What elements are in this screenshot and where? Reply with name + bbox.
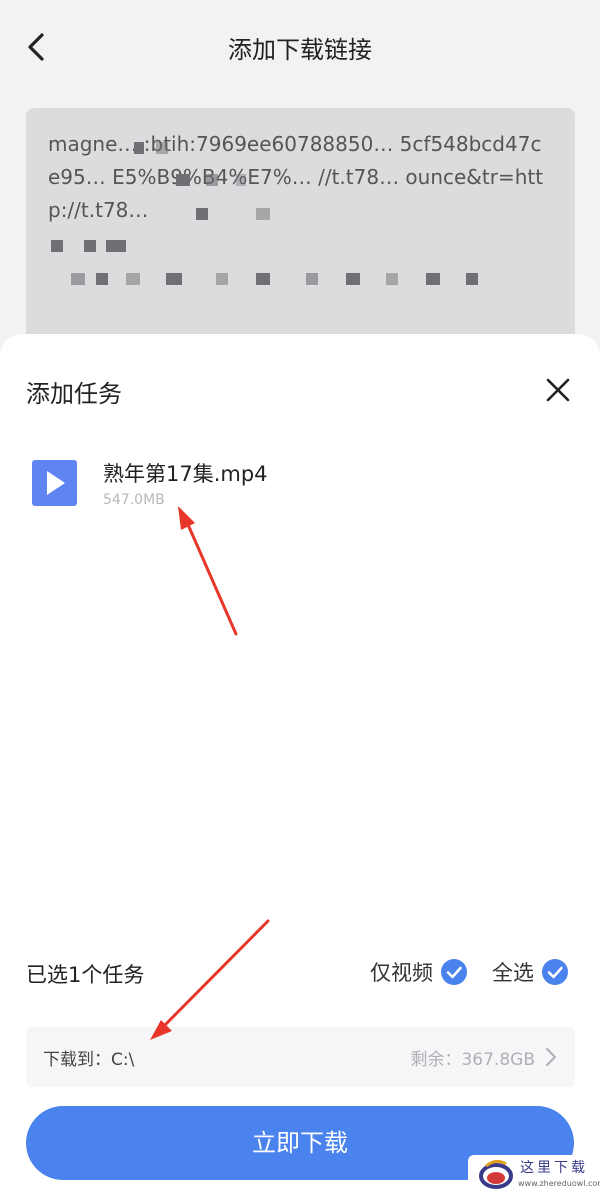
add-task-sheet: 添加任务 熟年第17集.mp4 547.0MB 已选1个任务 仅视频 全选 下载…	[0, 334, 600, 1196]
remaining-space: 剩余：367.8GB	[410, 1050, 535, 1070]
blur-mosaic	[156, 142, 168, 154]
site-watermark: 这里下载 www.zhereduowl.com	[468, 1155, 600, 1196]
watermark-url: www.zhereduowl.com	[518, 1179, 600, 1188]
blur-mosaic	[256, 273, 270, 285]
file-size: 547.0MB	[103, 492, 165, 508]
file-name: 熟年第17集.mp4	[103, 462, 268, 486]
magnet-link-text: magne… :btih:7969ee60788850… 5cf548bcd47…	[48, 132, 544, 222]
select-all-label: 全选	[492, 961, 534, 985]
blur-mosaic	[216, 273, 228, 285]
watermark-title: 这里下载	[520, 1160, 588, 1176]
blur-mosaic	[346, 273, 360, 285]
video-only-toggle[interactable]: 仅视频	[370, 954, 467, 990]
blur-mosaic	[84, 240, 96, 252]
chevron-right-icon	[546, 1048, 556, 1066]
checkmark-icon	[542, 959, 568, 985]
download-path-label: 下载到：C:\	[43, 1050, 135, 1070]
blur-mosaic	[96, 273, 108, 285]
magnet-link-textarea[interactable]: magne… :btih:7969ee60788850… 5cf548bcd47…	[26, 108, 575, 368]
blur-mosaic	[134, 142, 144, 154]
video-only-label: 仅视频	[370, 961, 433, 985]
blur-mosaic	[236, 174, 246, 186]
blur-mosaic	[206, 174, 218, 186]
blur-mosaic	[306, 273, 318, 285]
video-file-icon	[32, 460, 77, 506]
sheet-title: 添加任务	[26, 380, 122, 408]
checkmark-icon	[441, 959, 467, 985]
blur-mosaic	[106, 240, 126, 252]
blur-mosaic	[176, 174, 190, 186]
blur-mosaic	[166, 273, 182, 285]
blur-mosaic	[71, 273, 85, 285]
blur-mosaic	[256, 208, 270, 220]
close-icon[interactable]	[544, 376, 572, 404]
page-title: 添加下载链接	[228, 36, 372, 64]
blur-mosaic	[126, 273, 140, 285]
download-path-selector[interactable]: 下载到：C:\ 剩余：367.8GB	[26, 1027, 575, 1087]
blur-mosaic	[466, 273, 478, 285]
blur-mosaic	[386, 273, 398, 285]
select-all-toggle[interactable]: 全选	[492, 954, 568, 990]
blur-mosaic	[426, 273, 440, 285]
blur-mosaic	[51, 240, 63, 252]
blur-mosaic	[196, 208, 208, 220]
top-bar: 添加下载链接	[0, 0, 600, 96]
file-list-item[interactable]: 熟年第17集.mp4 547.0MB	[26, 446, 566, 526]
selected-count-label: 已选1个任务	[26, 963, 145, 987]
site-logo-icon	[479, 1159, 513, 1189]
